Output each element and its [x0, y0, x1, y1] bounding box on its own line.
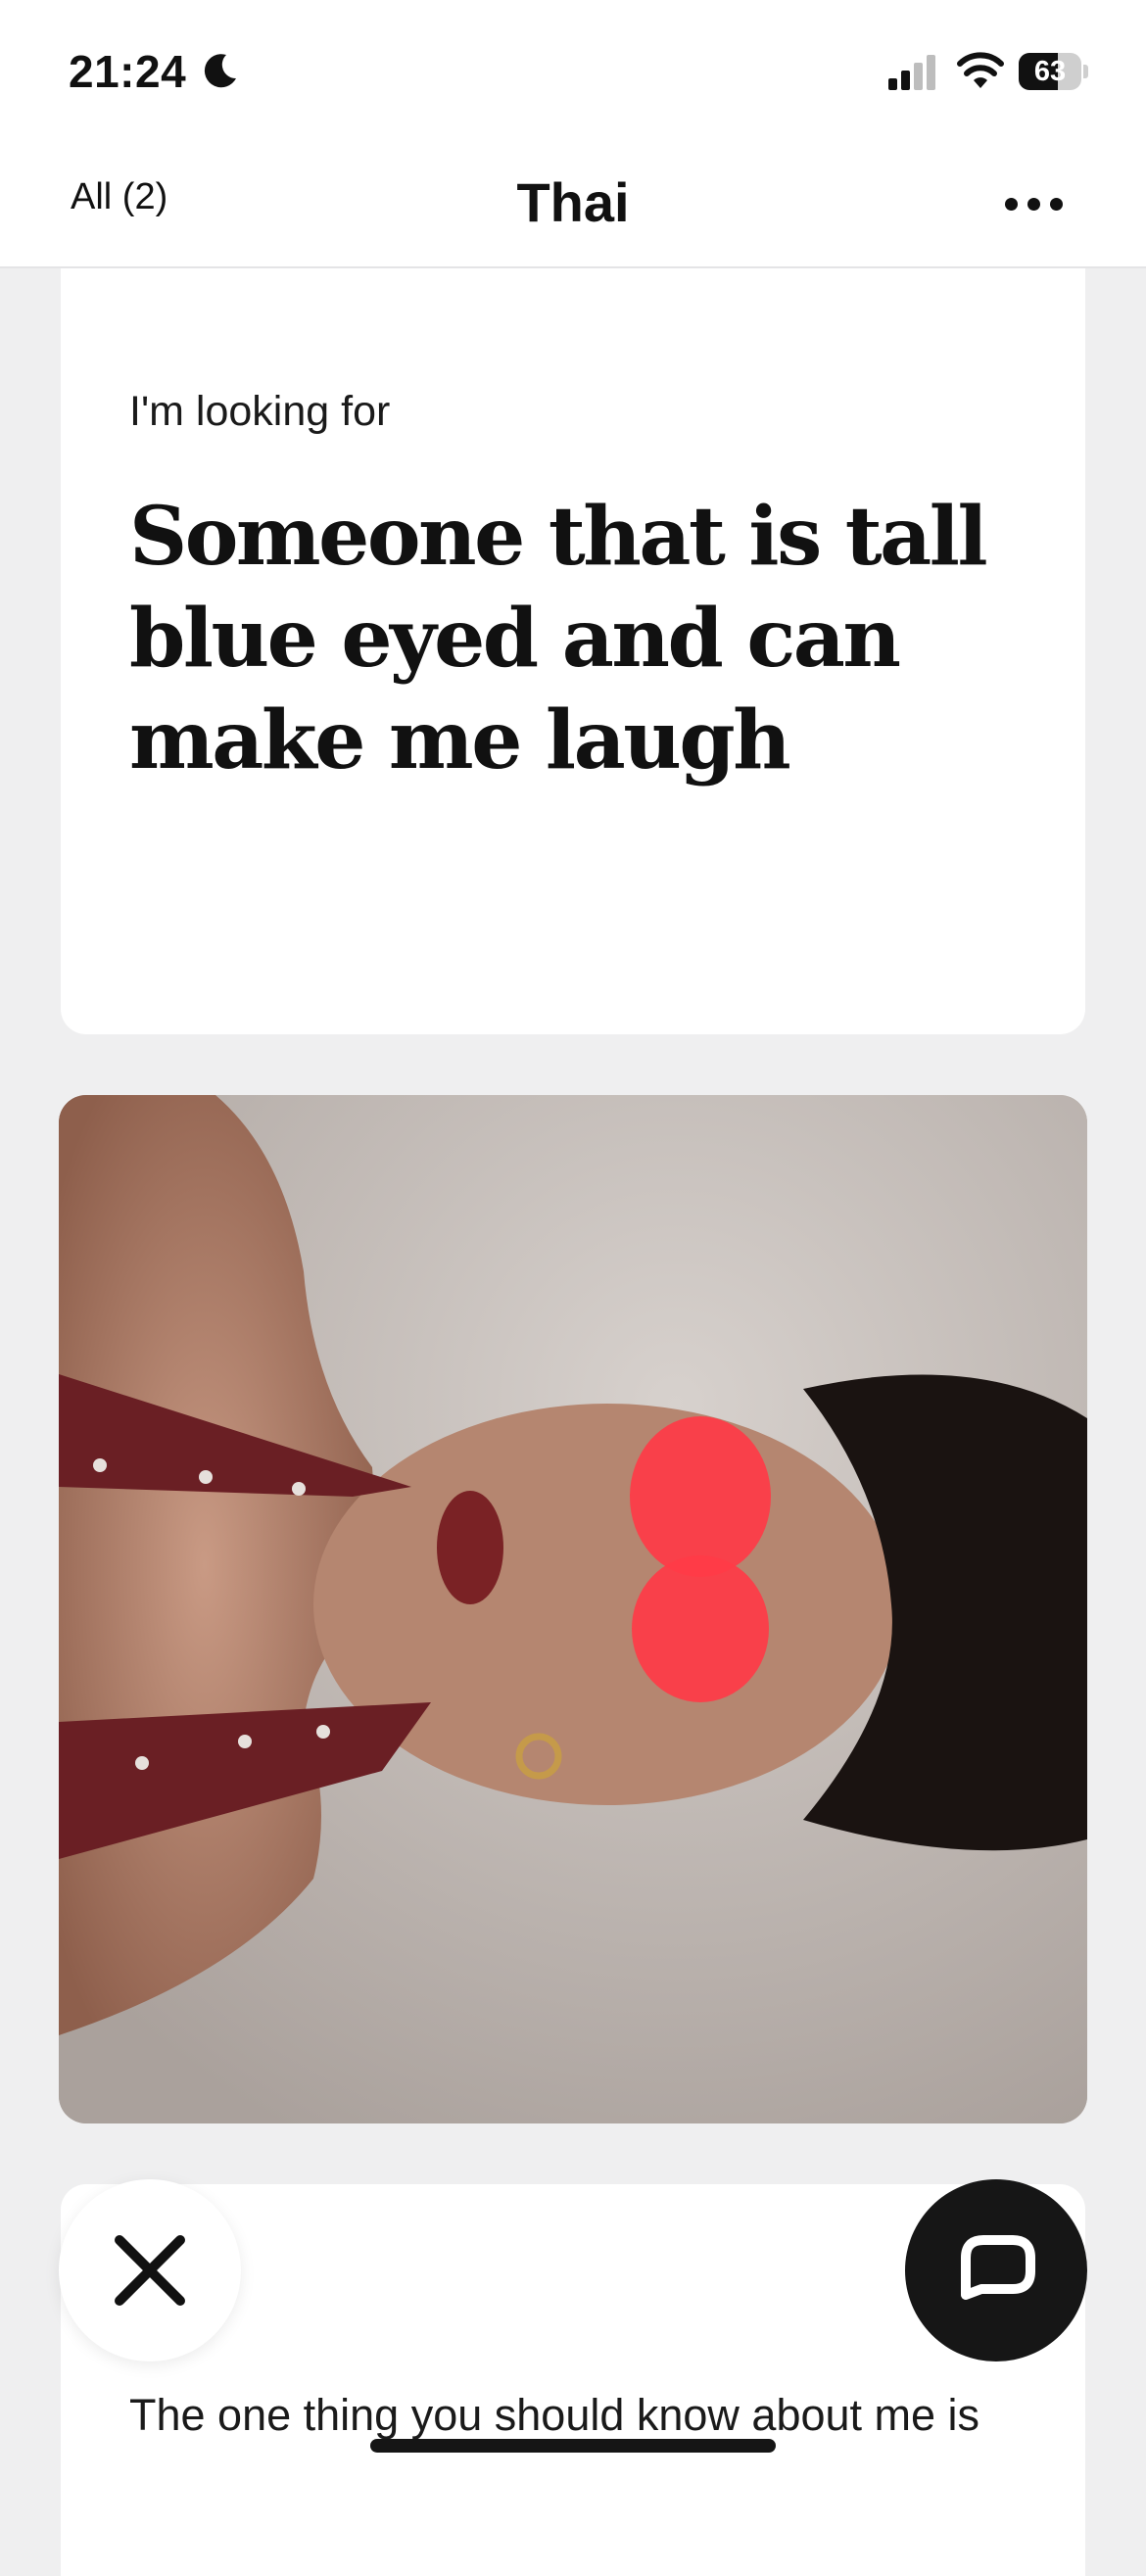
cellular-signal-icon — [888, 55, 935, 90]
profile-photo[interactable] — [59, 1095, 1087, 2123]
photo-image — [59, 1095, 1087, 2123]
close-x-icon — [115, 2235, 185, 2306]
more-options-button[interactable] — [995, 182, 1074, 225]
home-indicator[interactable] — [370, 2439, 776, 2453]
prompt-answer: Someone that is tall blue eyed and can m… — [129, 490, 988, 787]
prompt-question: I'm looking for — [129, 388, 391, 435]
battery-level: 63 — [1033, 56, 1067, 87]
skip-button[interactable] — [59, 2179, 241, 2361]
moon-icon — [204, 54, 236, 88]
prompt-question: The one thing you should know about me i… — [129, 2390, 980, 2440]
status-bar: 21:24 63 — [0, 0, 1146, 147]
prompt-card[interactable]: I'm looking for Someone that is tall blu… — [61, 268, 1085, 1034]
status-time: 21:24 — [69, 46, 187, 97]
page-title: Thai — [516, 171, 630, 233]
back-all-button[interactable]: All (2) — [71, 176, 167, 218]
chat-button[interactable] — [905, 2179, 1087, 2361]
more-horizontal-icon — [1005, 198, 1018, 211]
nav-bar: All (2) Thai — [0, 147, 1146, 268]
battery-icon: 63 — [1019, 53, 1088, 90]
chat-bubble-icon — [961, 2235, 1035, 2300]
wifi-icon — [957, 52, 1004, 88]
